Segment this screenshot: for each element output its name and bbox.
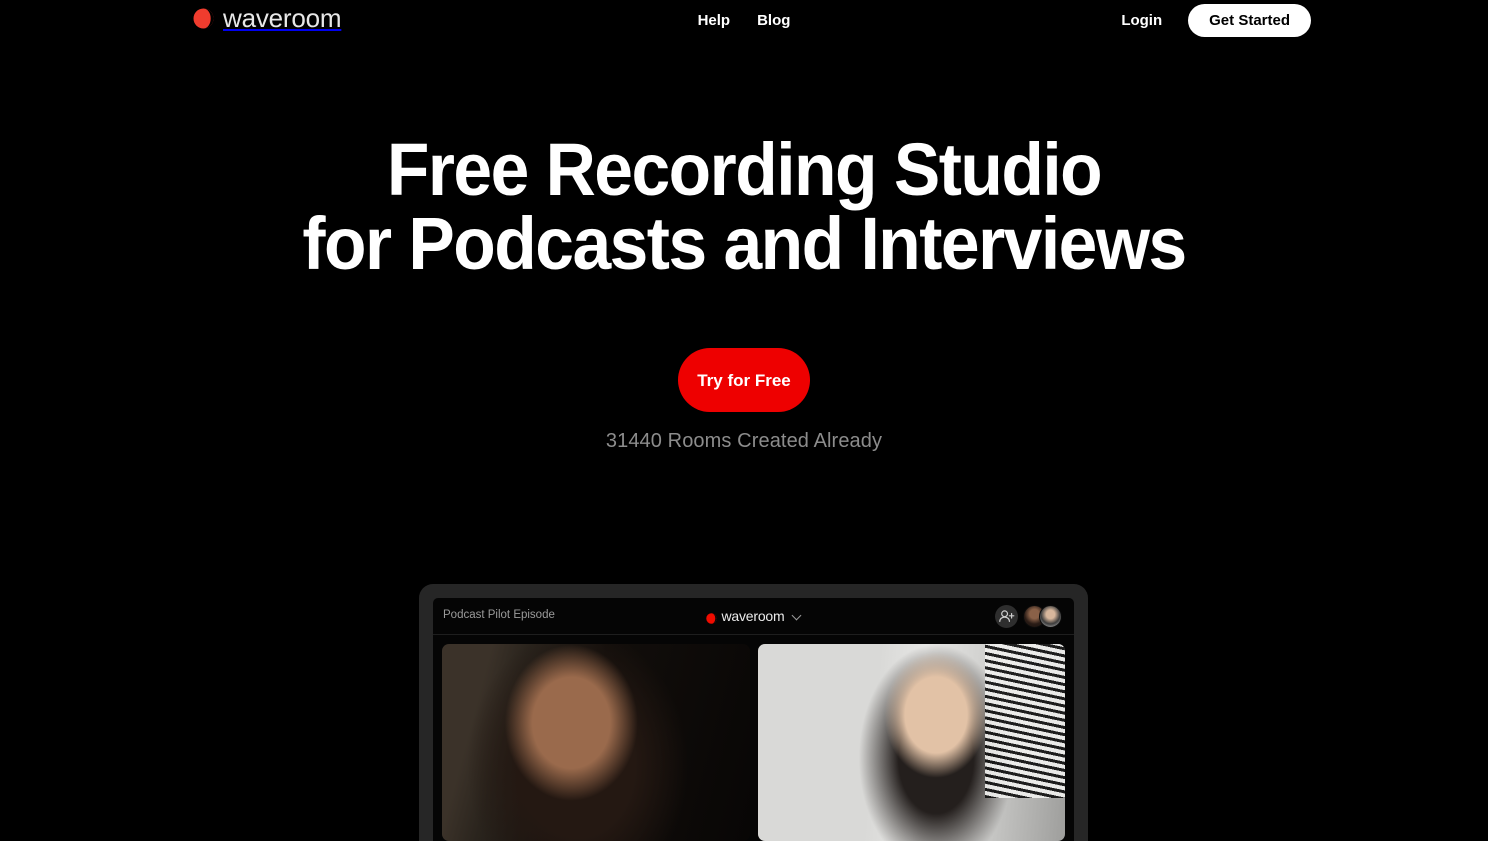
video-grid (433, 635, 1074, 841)
top-navigation-bar: waveroom Help Blog Login Get Started (0, 0, 1488, 40)
avatar[interactable] (1039, 604, 1062, 628)
try-for-free-button[interactable]: Try for Free (678, 348, 810, 412)
login-link[interactable]: Login (1121, 13, 1162, 28)
chevron-down-icon[interactable] (792, 612, 801, 621)
app-toolbar: Podcast Pilot Episode waveroom (433, 598, 1074, 635)
headline-line-1: Free Recording Studio (386, 128, 1103, 211)
landing-page: waveroom Help Blog Login Get Started Fre… (0, 0, 1488, 841)
get-started-button[interactable]: Get Started (1188, 3, 1311, 37)
nav-link-blog[interactable]: Blog (757, 13, 790, 28)
video-tile-participant-2[interactable] (757, 644, 1065, 841)
rooms-created-counter: 31440 Rooms Created Already (605, 430, 883, 452)
app-brand-name: waveroom (721, 608, 785, 624)
person-add-icon[interactable] (995, 604, 1018, 628)
room-title: Podcast Pilot Episode (443, 609, 555, 622)
app-screen: Podcast Pilot Episode waveroom (433, 598, 1074, 841)
page-title: Free Recording Studio for Podcasts and I… (45, 133, 1444, 281)
participants-controls (995, 604, 1062, 628)
video-tile-participant-1[interactable] (442, 644, 750, 841)
app-preview-mockup: Podcast Pilot Episode waveroom (419, 584, 1088, 841)
waveroom-logo-icon (705, 611, 717, 624)
nav-actions: Login Get Started (1121, 0, 1311, 40)
nav-link-help[interactable]: Help (698, 13, 731, 28)
headline-line-2: for Podcasts and Interviews (302, 202, 1187, 285)
